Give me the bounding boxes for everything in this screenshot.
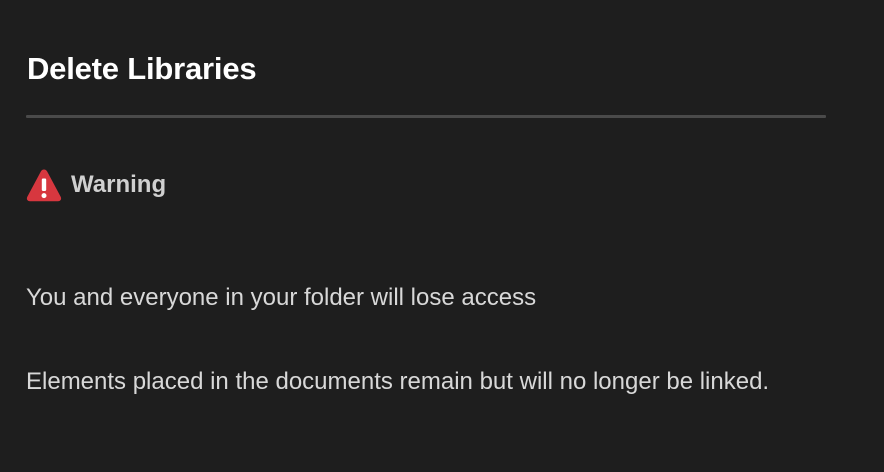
message-elements-unlinked: Elements placed in the documents remain …	[26, 368, 770, 395]
alert-triangle-icon	[26, 169, 62, 202]
warning-header: Warning	[26, 166, 166, 204]
message-lose-access: You and everyone in your folder will los…	[26, 284, 537, 311]
warning-label: Warning	[71, 171, 167, 198]
delete-libraries-dialog: Delete Libraries Warning You and everyon…	[0, 0, 884, 472]
dialog-title: Delete Libraries	[27, 51, 257, 86]
title-divider	[26, 115, 826, 118]
